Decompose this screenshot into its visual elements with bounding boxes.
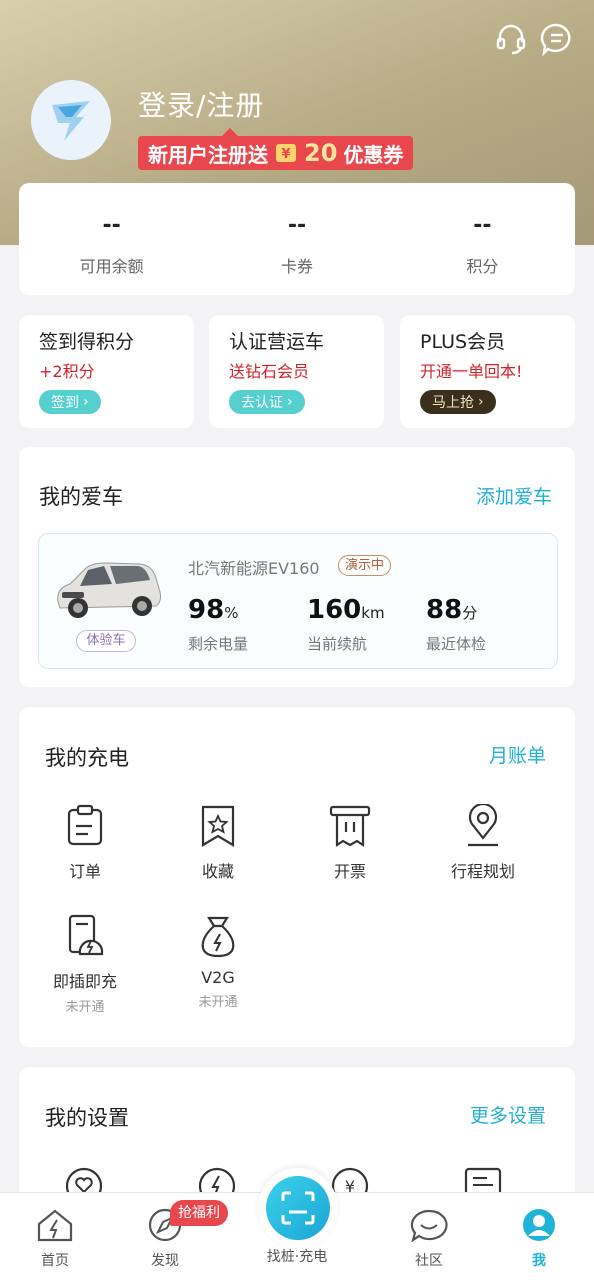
clipboard-icon <box>67 804 103 846</box>
grid-item-label: 订单 <box>68 862 101 881</box>
metric-value: 160 <box>307 595 362 625</box>
tab-spacer <box>257 1208 337 1242</box>
checkin-card[interactable]: 签到得积分 +2积分 签到 › <box>19 315 194 428</box>
plus-member-card[interactable]: PLUS会员 开通一单回本! 马上抢 › <box>400 315 575 428</box>
monthly-bill-link[interactable]: 月账单 <box>489 741 546 768</box>
grid-item-label: V2G <box>201 968 235 987</box>
metric-value: 98 <box>188 595 225 625</box>
car-image <box>57 562 161 618</box>
grid-item-label: 即插即充 <box>52 972 117 991</box>
stat-value: -- <box>287 213 307 238</box>
message-icon[interactable] <box>540 22 574 57</box>
metric-range: 160km 当前续航 <box>307 595 385 654</box>
checkin-button[interactable]: 签到 › <box>39 390 101 414</box>
grid-item-status: 未开通 <box>198 995 238 1010</box>
account-stats-card: -- 可用余额 -- 卡券 -- 积分 <box>19 183 575 295</box>
metric-checkup: 88分 最近体检 <box>426 595 486 654</box>
metric-battery: 98% 剩余电量 <box>188 595 248 654</box>
tab-me[interactable]: 我 <box>499 1208 579 1270</box>
energy-bag-icon <box>201 916 235 958</box>
grid-item-label: 收藏 <box>201 862 234 881</box>
promo-card-title: PLUS会员 <box>420 331 506 353</box>
stat-points[interactable]: -- 积分 <box>390 183 575 295</box>
metric-unit: % <box>224 604 239 622</box>
stat-coupons[interactable]: -- 卡券 <box>204 183 389 295</box>
chevron-right-icon: › <box>83 394 89 410</box>
v2g-item[interactable]: V2G 未开通 <box>153 914 283 1010</box>
chevron-right-icon: › <box>287 394 293 410</box>
new-user-promo-badge[interactable]: 新用户注册送 ¥ 20 优惠券 <box>138 128 414 170</box>
tab-find-charger[interactable]: 找桩·充电 <box>257 1208 337 1266</box>
more-settings-link[interactable]: 更多设置 <box>470 1101 546 1128</box>
tab-label: 我 <box>532 1253 546 1269</box>
plug-and-charge-item[interactable]: 即插即充 未开通 <box>20 914 150 1015</box>
promo-amount: 20 <box>304 139 338 167</box>
location-pin-icon <box>468 804 498 847</box>
customer-service-icon[interactable] <box>494 22 528 56</box>
bookmark-star-icon <box>201 805 235 847</box>
stat-value: -- <box>473 213 492 238</box>
promo-suffix: 优惠券 <box>343 142 404 167</box>
grid-item-status: 未开通 <box>65 1000 105 1015</box>
favorites-item[interactable]: 收藏 <box>153 804 283 882</box>
promo-card-subtitle: +2积分 <box>39 362 95 381</box>
stat-label: 可用余额 <box>79 257 144 276</box>
promo-card-title: 签到得积分 <box>39 331 135 353</box>
tab-label: 社区 <box>415 1253 443 1269</box>
stat-value: -- <box>102 213 121 238</box>
my-charging-title: 我的充电 <box>45 746 129 770</box>
stat-label: 卡券 <box>280 257 313 276</box>
invoice-item[interactable]: 开票 <box>285 804 415 882</box>
user-icon <box>523 1209 555 1241</box>
login-register-link[interactable]: 登录/注册 <box>138 84 264 124</box>
lightning-logo-icon <box>52 101 90 141</box>
tab-label: 发现 <box>151 1253 179 1269</box>
promo-card-subtitle: 开通一单回本! <box>420 362 523 381</box>
stat-label: 积分 <box>466 257 499 276</box>
avatar[interactable] <box>31 80 111 160</box>
my-settings-title: 我的设置 <box>45 1106 129 1130</box>
promo-card-title: 认证营运车 <box>229 331 325 353</box>
trip-planning-item[interactable]: 行程规划 <box>418 804 548 882</box>
promo-card-subtitle: 送钻石会员 <box>229 362 310 381</box>
grab-benefits-badge: 抢福利 <box>170 1200 228 1226</box>
chevron-right-icon: › <box>478 394 484 410</box>
promo-prefix: 新用户注册送 <box>148 142 268 167</box>
trial-car-badge: 体验车 <box>76 630 136 652</box>
grab-plus-button[interactable]: 马上抢 › <box>420 390 496 414</box>
grab-plus-button-label: 马上抢 <box>432 395 474 411</box>
certify-button[interactable]: 去认证 › <box>229 390 305 414</box>
tab-home[interactable]: 首页 <box>15 1208 95 1270</box>
metric-label: 当前续航 <box>307 635 368 653</box>
certify-card[interactable]: 认证营运车 送钻石会员 去认证 › <box>209 315 384 428</box>
car-name: 北汽新能源EV160 <box>188 559 320 578</box>
demo-status-badge: 演示中 <box>338 555 392 576</box>
metric-value: 88 <box>426 595 463 625</box>
receipt-icon <box>329 805 371 848</box>
coupon-icon: ¥ <box>276 144 296 162</box>
metric-label: 最近体检 <box>426 635 487 653</box>
chat-bubble-icon <box>410 1209 448 1243</box>
plug-charge-icon <box>68 914 104 956</box>
add-car-link[interactable]: 添加爱车 <box>476 482 552 509</box>
my-car-title: 我的爱车 <box>39 485 123 509</box>
certify-button-label: 去认证 <box>241 395 283 411</box>
tab-label: 找桩·充电 <box>266 1249 328 1265</box>
checkin-button-label: 签到 <box>51 395 79 411</box>
svg-text:¥: ¥ <box>281 147 290 162</box>
tab-label: 首页 <box>41 1253 69 1269</box>
grid-item-label: 行程规划 <box>450 862 515 881</box>
home-charge-icon <box>37 1209 73 1242</box>
stat-balance[interactable]: -- 可用余额 <box>19 183 204 295</box>
tab-community[interactable]: 社区 <box>389 1208 469 1270</box>
metric-unit: km <box>361 604 385 622</box>
grid-item-label: 开票 <box>333 862 366 881</box>
orders-item[interactable]: 订单 <box>20 804 150 882</box>
metric-label: 剩余电量 <box>188 635 249 653</box>
metric-unit: 分 <box>462 604 478 622</box>
